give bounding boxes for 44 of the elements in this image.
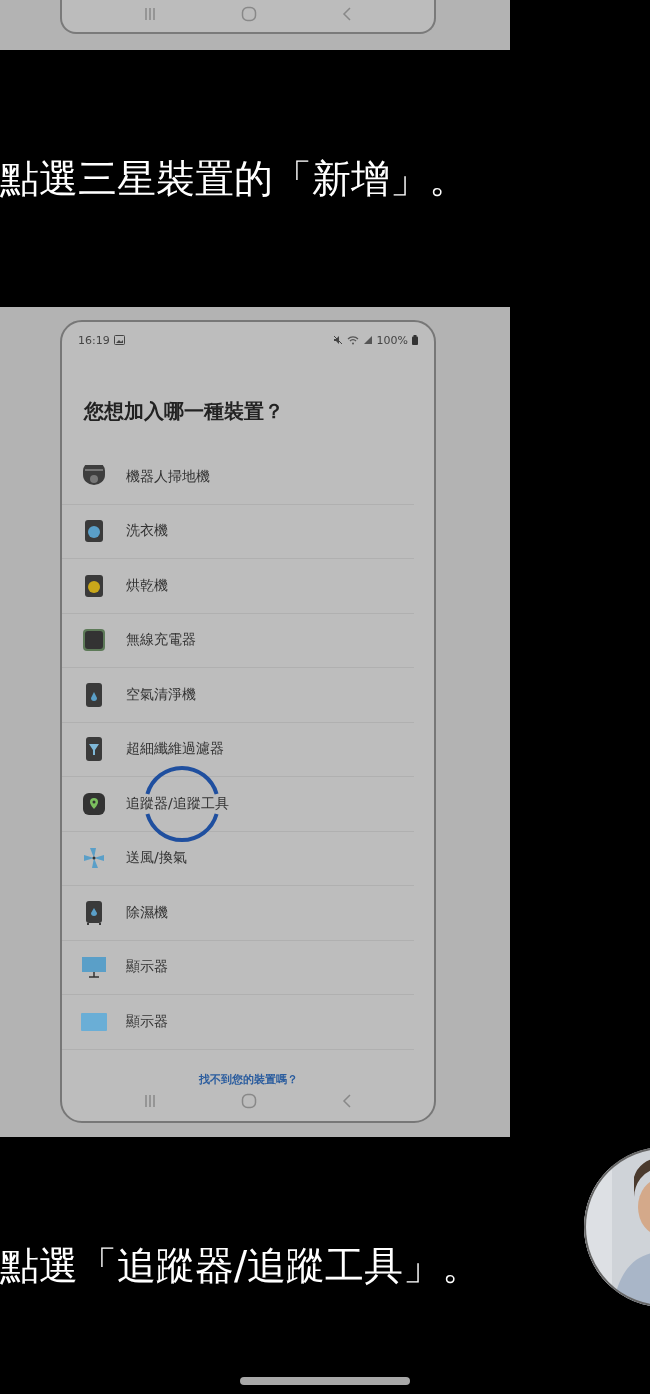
wifi-icon bbox=[346, 335, 359, 345]
back-icon[interactable] bbox=[341, 6, 352, 22]
home-indicator[interactable] bbox=[240, 1377, 410, 1385]
back-icon[interactable] bbox=[341, 1092, 352, 1109]
device-label: 空氣清淨機 bbox=[126, 685, 196, 704]
caption-text: 點選「追蹤器/追蹤工具」。 bbox=[0, 1241, 482, 1290]
home-icon[interactable] bbox=[241, 6, 257, 22]
device-item[interactable]: 追蹤器/追蹤工具 bbox=[62, 777, 414, 832]
monitor-icon bbox=[81, 955, 107, 980]
device-item[interactable]: 顯示器 bbox=[62, 995, 414, 1050]
device-item[interactable]: 除濕機 bbox=[62, 886, 414, 941]
device-item[interactable]: 送風/換氣 bbox=[62, 831, 414, 886]
device-label: 除濕機 bbox=[126, 903, 168, 922]
page-title: 您想加入哪一種裝置？ bbox=[82, 398, 285, 425]
status-time: 16:19 bbox=[78, 333, 110, 347]
device-item[interactable]: 無線充電器 bbox=[62, 613, 414, 668]
charger-icon bbox=[81, 628, 107, 653]
recents-icon[interactable] bbox=[144, 1093, 157, 1108]
device-label: 洗衣機 bbox=[126, 522, 168, 541]
battery-level: 100% bbox=[376, 333, 408, 347]
device-label: 顯示器 bbox=[126, 1012, 168, 1031]
home-icon[interactable] bbox=[241, 1092, 257, 1109]
help-link[interactable]: 找不到您的裝置嗎？ bbox=[198, 1071, 298, 1087]
mute-icon bbox=[332, 335, 343, 345]
recents-icon[interactable] bbox=[144, 7, 157, 21]
device-label: 烘乾機 bbox=[126, 576, 168, 595]
device-item[interactable]: 洗衣機 bbox=[62, 504, 414, 559]
device-item[interactable]: 顯示器 bbox=[62, 940, 414, 995]
caption-text: 點選三星裝置的「新增」。 bbox=[0, 154, 468, 203]
device-label: 追蹤器/追蹤工具 bbox=[126, 794, 229, 813]
fan-icon bbox=[81, 846, 107, 871]
location-pin-icon bbox=[81, 791, 107, 816]
device-label: 送風/換氣 bbox=[126, 849, 187, 868]
device-label: 超細纖維過濾器 bbox=[126, 740, 224, 759]
device-label: 無線充電器 bbox=[126, 631, 196, 650]
device-item[interactable]: 空氣清淨機 bbox=[62, 668, 414, 723]
signal-icon bbox=[362, 335, 373, 345]
gallery-icon bbox=[113, 335, 125, 345]
device-label: 機器人掃地機 bbox=[126, 467, 210, 486]
battery-icon bbox=[412, 335, 418, 345]
device-item[interactable]: 烘乾機 bbox=[62, 559, 414, 614]
device-item[interactable]: 超細纖維過濾器 bbox=[62, 722, 414, 777]
device-label: 顯示器 bbox=[126, 958, 168, 977]
device-item[interactable]: 機器人掃地機 bbox=[62, 450, 414, 505]
